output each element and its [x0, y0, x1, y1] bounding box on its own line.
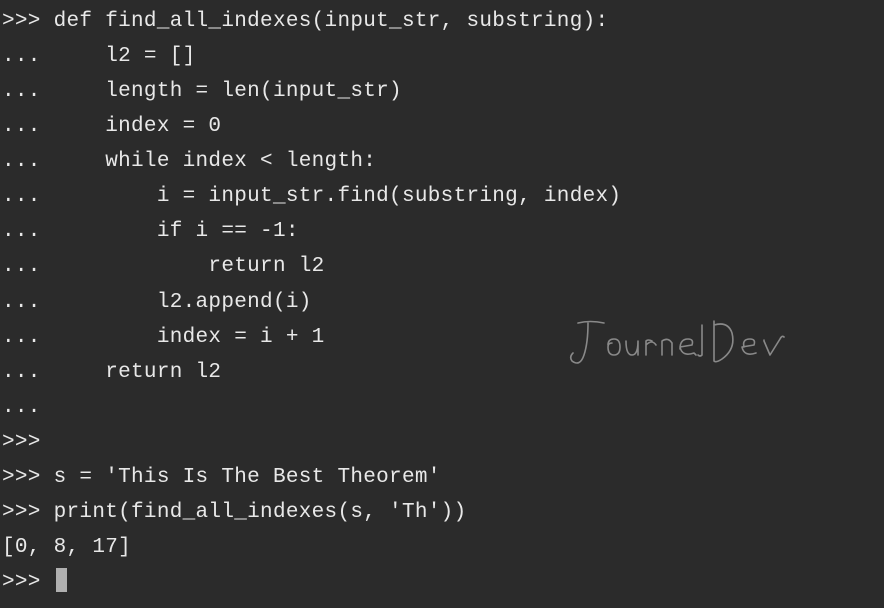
python-repl-terminal[interactable]: >>> def find_all_indexes(input_str, subs…: [2, 4, 882, 600]
terminal-line: >>>: [2, 565, 882, 600]
terminal-line: ... return l2: [2, 355, 882, 390]
terminal-line: ... if i == -1:: [2, 214, 882, 249]
terminal-line: >>>: [2, 425, 882, 460]
terminal-line: >>> s = 'This Is The Best Theorem': [2, 460, 882, 495]
terminal-line: ...: [2, 390, 882, 425]
terminal-line: ... l2 = []: [2, 39, 882, 74]
terminal-line: >>> print(find_all_indexes(s, 'Th')): [2, 495, 882, 530]
terminal-line: ... length = len(input_str): [2, 74, 882, 109]
terminal-line: ... i = input_str.find(substring, index): [2, 179, 882, 214]
terminal-line: >>> def find_all_indexes(input_str, subs…: [2, 4, 882, 39]
terminal-line: ... l2.append(i): [2, 285, 882, 320]
terminal-cursor: [56, 568, 67, 592]
terminal-line: ... index = i + 1: [2, 320, 882, 355]
terminal-line: ... index = 0: [2, 109, 882, 144]
terminal-line: [0, 8, 17]: [2, 530, 882, 565]
terminal-line: ... while index < length:: [2, 144, 882, 179]
terminal-line: ... return l2: [2, 249, 882, 284]
